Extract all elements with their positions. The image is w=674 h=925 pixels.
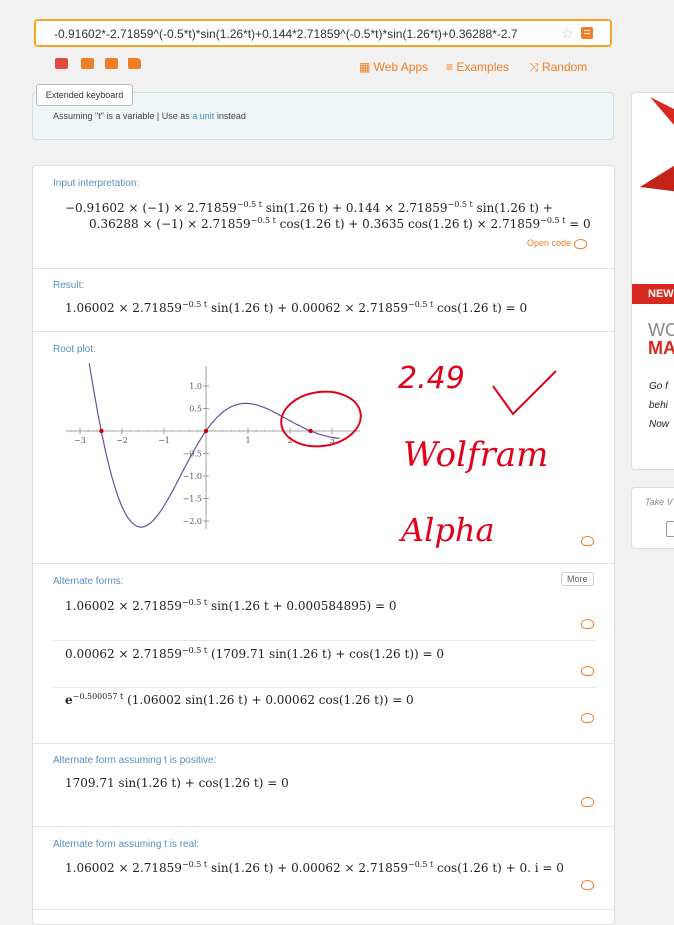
- y-tick-label: 0.5: [189, 405, 202, 414]
- x-tick-label: −3: [74, 436, 86, 445]
- y-tick-label: −2.0: [183, 517, 202, 526]
- assumption-text: Assuming "t" is a variable | Use as a un…: [53, 111, 246, 121]
- copy-form-icon[interactable]: [581, 713, 594, 723]
- annotation-circle: [280, 390, 362, 448]
- shuffle-icon: ⤨: [529, 60, 542, 74]
- grid-icon: ▦: [359, 60, 374, 74]
- file-upload-icon[interactable]: [128, 58, 141, 69]
- pod-title-alternate-forms: Alternate forms:: [53, 576, 124, 587]
- divider: [33, 743, 614, 744]
- handwritten-annotation: 2.49 Wolfram Alpha: [280, 361, 557, 549]
- input-expression-line2: 0.36288 × (−1) × 2.71859−0.5 t cos(1.26 …: [89, 216, 591, 231]
- mobile-device-icon: [666, 521, 674, 537]
- web-apps-link[interactable]: ▦ Web Apps: [359, 60, 428, 74]
- divider: [33, 563, 614, 564]
- annotation-word1: Wolfram: [403, 435, 548, 475]
- copy-form-icon[interactable]: [581, 666, 594, 676]
- use-as-unit-link[interactable]: a unit: [192, 111, 214, 121]
- real-form: 1.06002 × 2.71859−0.5 t sin(1.26 t) + 0.…: [65, 860, 564, 875]
- result-expression: 1.06002 × 2.71859−0.5 t sin(1.26 t) + 0.…: [65, 300, 528, 315]
- annotation-checkmark: [492, 370, 557, 416]
- more-button[interactable]: More: [561, 572, 594, 586]
- divider: [53, 640, 596, 641]
- copy-form-icon[interactable]: [581, 619, 594, 629]
- ad-title-line1: WO: [648, 320, 674, 340]
- divider: [33, 909, 614, 910]
- pod-title-input: Input interpretation:: [53, 178, 140, 189]
- copy-form-icon[interactable]: [581, 797, 594, 807]
- ad-body: Go f behi Now: [649, 381, 670, 430]
- root-point: [203, 428, 209, 434]
- alternate-form-1: 1.06002 × 2.71859−0.5 t sin(1.26 t + 0.0…: [65, 598, 397, 613]
- menu-icon[interactable]: [581, 27, 593, 39]
- open-code-icon: [573, 238, 587, 249]
- alternate-form-2: 0.00062 × 2.71859−0.5 t (1709.71 sin(1.2…: [65, 646, 445, 661]
- alternate-form-3: e−0.500057 t (1.06002 sin(1.26 t) + 0.00…: [65, 692, 414, 707]
- side-panel-text: Take V: [645, 497, 673, 507]
- tooltip: Extended keyboard: [36, 84, 133, 106]
- divider: [33, 826, 614, 827]
- new-badge: NEW: [632, 284, 674, 304]
- examples-link[interactable]: ≡ Examples: [446, 60, 509, 74]
- pod-title-result: Result:: [53, 280, 85, 291]
- annotation-word2: Alpha: [398, 511, 495, 549]
- image-input-icon[interactable]: [81, 58, 94, 69]
- pod-title-real: Alternate form assuming t is real:: [53, 839, 200, 850]
- y-tick-label: 1.0: [189, 382, 202, 391]
- y-tick-label: −1.5: [183, 495, 202, 504]
- annotation-number: 2.49: [398, 361, 465, 396]
- x-tick-label: 1: [245, 436, 250, 445]
- input-expression-line1: −0.91602 × (−1) × 2.71859−0.5 t sin(1.26…: [65, 200, 553, 215]
- extended-keyboard-icon[interactable]: [55, 58, 68, 69]
- favorite-star-icon[interactable]: ☆: [561, 25, 574, 42]
- divider: [53, 687, 596, 688]
- plot-options-icon[interactable]: [581, 536, 594, 546]
- random-link[interactable]: ⤨ Random: [529, 60, 587, 75]
- pod-title-root-plot: Root plot:: [53, 344, 96, 355]
- pod-title-positive: Alternate form assuming t is positive:: [53, 755, 217, 766]
- open-code-link[interactable]: Open code: [527, 238, 587, 249]
- ad-title-line2: MA: [648, 338, 674, 358]
- search-bar[interactable]: -0.91602*-2.71859^(-0.5*t)*sin(1.26*t)+0…: [34, 19, 612, 47]
- y-tick-label: −1.0: [183, 472, 202, 481]
- list-icon: ≡: [446, 60, 457, 74]
- search-input[interactable]: -0.91602*-2.71859^(-0.5*t)*sin(1.26*t)+0…: [54, 27, 544, 41]
- x-tick-label: −1: [158, 436, 170, 445]
- positive-form: 1709.71 sin(1.26 t) + cos(1.26 t) = 0: [65, 776, 289, 790]
- divider: [33, 268, 614, 269]
- root-point: [99, 428, 104, 434]
- results-card: Input interpretation: −0.91602 × (−1) × …: [32, 165, 615, 925]
- x-tick-label: −2: [116, 436, 128, 445]
- data-input-icon[interactable]: [105, 58, 118, 69]
- ad-graphic: [640, 97, 674, 192]
- copy-form-icon[interactable]: [581, 880, 594, 890]
- divider: [33, 331, 614, 332]
